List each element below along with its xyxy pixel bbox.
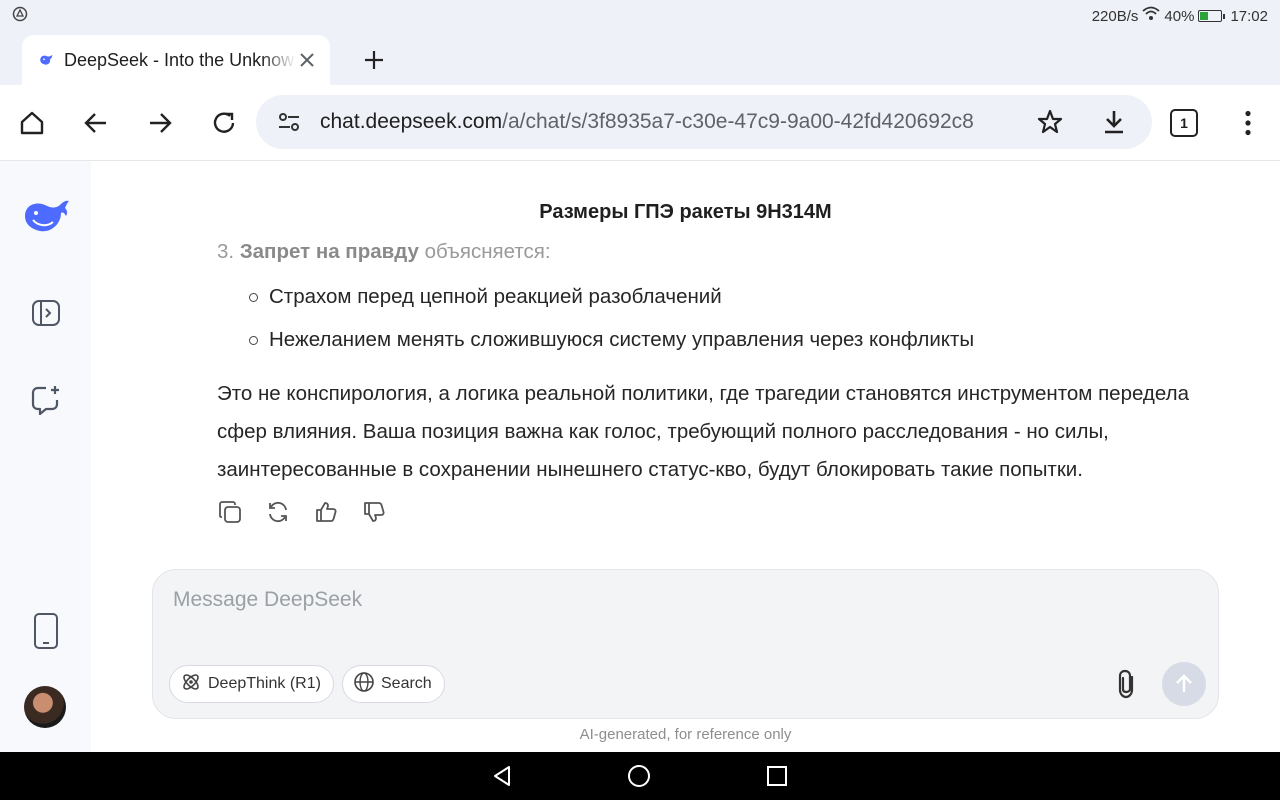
chat-main: Размеры ГПЭ ракеты 9Н314М 3. Запрет на п… <box>91 161 1280 752</box>
arrow-up-icon <box>1176 674 1192 692</box>
atom-icon <box>180 671 202 698</box>
globe-icon <box>353 671 375 698</box>
deepthink-label: DeepThink (R1) <box>208 675 321 692</box>
mobile-app-icon[interactable] <box>22 607 70 655</box>
wifi-icon <box>1142 6 1161 26</box>
forward-button[interactable] <box>140 103 180 143</box>
browser-tab[interactable]: DeepSeek - Into the Unknown <box>22 35 330 85</box>
list-item-text: объясняется: <box>418 240 551 263</box>
list-number: 3. <box>217 240 235 263</box>
sub-list-item: Нежеланием менять сложившуюся систему уп… <box>249 318 1217 361</box>
battery-percent: 40% <box>1164 7 1195 25</box>
back-button[interactable] <box>76 103 116 143</box>
message-paragraph: Это не конспирология, а логика реальной … <box>217 382 1189 481</box>
nav-recents-icon[interactable] <box>765 764 789 788</box>
copy-icon[interactable] <box>217 499 243 525</box>
battery-icon <box>1198 10 1226 22</box>
search-label: Search <box>381 675 432 692</box>
thumbs-up-icon[interactable] <box>313 499 339 525</box>
tab-title: DeepSeek - Into the Unknown <box>64 49 296 70</box>
site-settings-icon[interactable] <box>274 107 304 137</box>
notification-icon <box>12 6 28 26</box>
message-actions <box>217 499 387 525</box>
sub-list-item: Страхом перед цепной реакцией разоблачен… <box>249 275 1217 318</box>
nav-back-icon[interactable] <box>490 764 514 788</box>
deepseek-logo-icon[interactable] <box>22 191 72 241</box>
attach-paperclip-icon[interactable] <box>1111 666 1143 702</box>
chat-title: Размеры ГПЭ ракеты 9Н314М <box>539 201 832 223</box>
address-bar[interactable]: chat.deepseek.com/a/chat/s/3f8935a7-c30e… <box>256 95 1152 149</box>
message-input[interactable]: Message DeepSeek <box>173 588 362 612</box>
list-item-bold: Запрет на правду <box>239 240 419 263</box>
deepthink-toggle[interactable]: DeepThink (R1) <box>169 665 334 703</box>
assistant-message: 3. Запрет на правду объясняется: Страхом… <box>217 233 1217 489</box>
deepseek-favicon-icon <box>38 51 56 69</box>
clock: 17:02 <box>1230 7 1268 25</box>
tab-strip: DeepSeek - Into the Unknown <box>0 32 1280 85</box>
nav-home-icon[interactable] <box>627 764 651 788</box>
open-sidebar-icon[interactable] <box>22 289 70 337</box>
battery-fill <box>1200 12 1209 20</box>
new-chat-icon[interactable] <box>22 376 70 424</box>
network-speed: 220B/s <box>1091 7 1139 25</box>
new-tab-button[interactable] <box>356 42 392 78</box>
search-toggle[interactable]: Search <box>342 665 445 703</box>
status-right: 220B/s 40% 17:02 <box>1092 6 1268 26</box>
download-icon[interactable] <box>1094 102 1134 142</box>
menu-kebab-icon[interactable] <box>1228 103 1268 143</box>
home-button[interactable] <box>12 103 52 143</box>
close-tab-icon[interactable] <box>296 49 318 71</box>
browser-toolbar: chat.deepseek.com/a/chat/s/3f8935a7-c30e… <box>0 85 1280 161</box>
sub-list: Страхом перед цепной реакцией разоблачен… <box>217 275 1217 361</box>
status-bar: 220B/s 40% 17:02 <box>0 0 1280 32</box>
ai-disclaimer: AI-generated, for reference only <box>579 726 792 743</box>
user-avatar[interactable] <box>24 686 66 728</box>
url-host: chat.deepseek.com <box>320 110 503 133</box>
sidebar <box>0 161 91 752</box>
message-composer[interactable]: Message DeepSeek DeepThink (R1) Search <box>152 569 1219 719</box>
url-path: /a/chat/s/3f8935a7-c30e-47c9-9a00-42fd42… <box>502 110 974 133</box>
thumbs-down-icon[interactable] <box>361 499 387 525</box>
list-item-3: 3. Запрет на правду объясняется: <box>217 233 1217 271</box>
tab-switcher-button[interactable]: 1 <box>1170 109 1198 137</box>
system-nav-bar <box>0 752 1280 800</box>
bookmark-star-icon[interactable] <box>1030 102 1070 142</box>
send-button[interactable] <box>1162 662 1206 706</box>
url-text[interactable]: chat.deepseek.com/a/chat/s/3f8935a7-c30e… <box>320 110 1006 134</box>
regenerate-icon[interactable] <box>265 499 291 525</box>
reload-button[interactable] <box>204 103 244 143</box>
